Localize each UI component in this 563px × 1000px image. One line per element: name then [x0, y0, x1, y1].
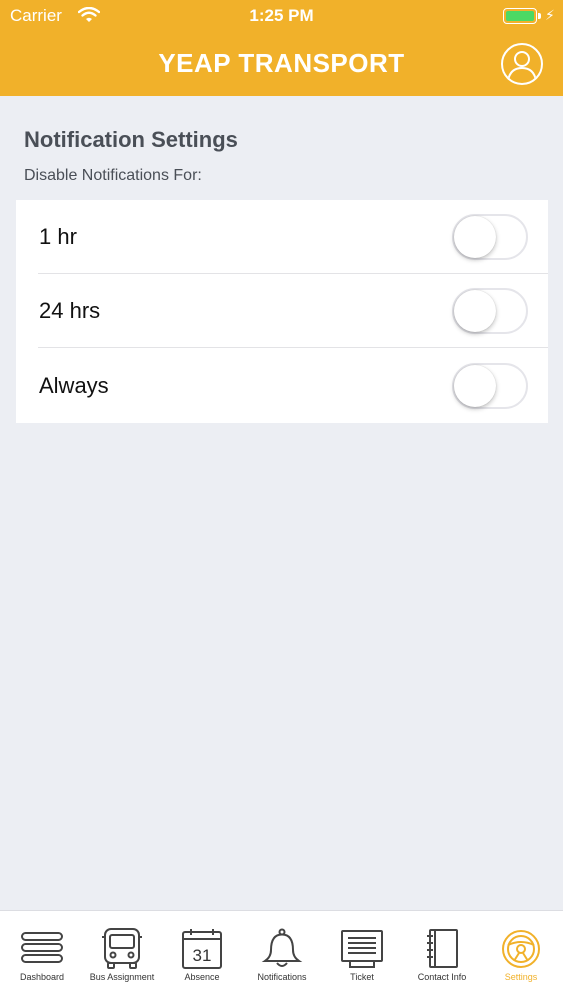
battery-tip [538, 13, 541, 19]
bell-icon [261, 928, 303, 967]
tab-absence[interactable]: 31 Absence [162, 911, 242, 1000]
toggle-switch-always[interactable] [452, 363, 528, 409]
setting-row-always: Always [16, 349, 548, 423]
setting-label: 1 hr [39, 224, 77, 249]
setting-label: 24 hrs [39, 298, 101, 323]
bus-icon [102, 928, 142, 969]
bottom-tab-bar: Dashboard Bus Assignment 31 Absence Noti… [0, 910, 563, 1000]
tab-dashboard[interactable]: Dashboard [2, 911, 82, 1000]
setting-label: Always [39, 373, 109, 398]
notification-settings-list: 1 hr 24 hrs Always [16, 200, 548, 423]
row-divider [38, 347, 548, 348]
tab-notifications[interactable]: Notifications [242, 911, 322, 1000]
section-subtitle: Disable Notifications For: [24, 167, 202, 184]
toggle-knob [454, 365, 496, 407]
toggle-switch-24hrs[interactable] [452, 288, 528, 334]
menu-icon [21, 932, 63, 963]
status-bar: Carrier 1:25 PM ⚡ [0, 0, 563, 32]
toggle-switch-1hr[interactable] [452, 214, 528, 260]
tab-settings[interactable]: Settings [481, 911, 561, 1000]
tab-bus-assignment[interactable]: Bus Assignment [82, 911, 162, 1000]
tab-ticket[interactable]: Ticket [322, 911, 402, 1000]
setting-row-1hr: 1 hr [16, 200, 548, 274]
battery-icon [503, 8, 537, 24]
calendar-icon: 31 [182, 929, 222, 969]
app-header: Carrier 1:25 PM ⚡ YEAP TRANSPORT [0, 0, 563, 96]
toggle-knob [454, 290, 496, 332]
app-title: YEAP TRANSPORT [158, 48, 405, 78]
toggle-knob [454, 216, 496, 258]
tab-contact-info[interactable]: Contact Info [402, 911, 482, 1000]
user-icon [507, 51, 537, 82]
setting-row-24hrs: 24 hrs [16, 274, 548, 348]
tab-label: Settings [504, 972, 538, 982]
charging-bolt-icon: ⚡ [545, 7, 555, 23]
steering-wheel-icon [502, 930, 540, 968]
ticket-icon [341, 930, 383, 968]
contact-book-icon [427, 929, 458, 968]
section-title: Notification Settings [24, 127, 238, 152]
clock-time: 1:25 PM [249, 6, 314, 25]
calendar-day-text: 31 [193, 946, 212, 965]
profile-button[interactable] [501, 43, 543, 85]
